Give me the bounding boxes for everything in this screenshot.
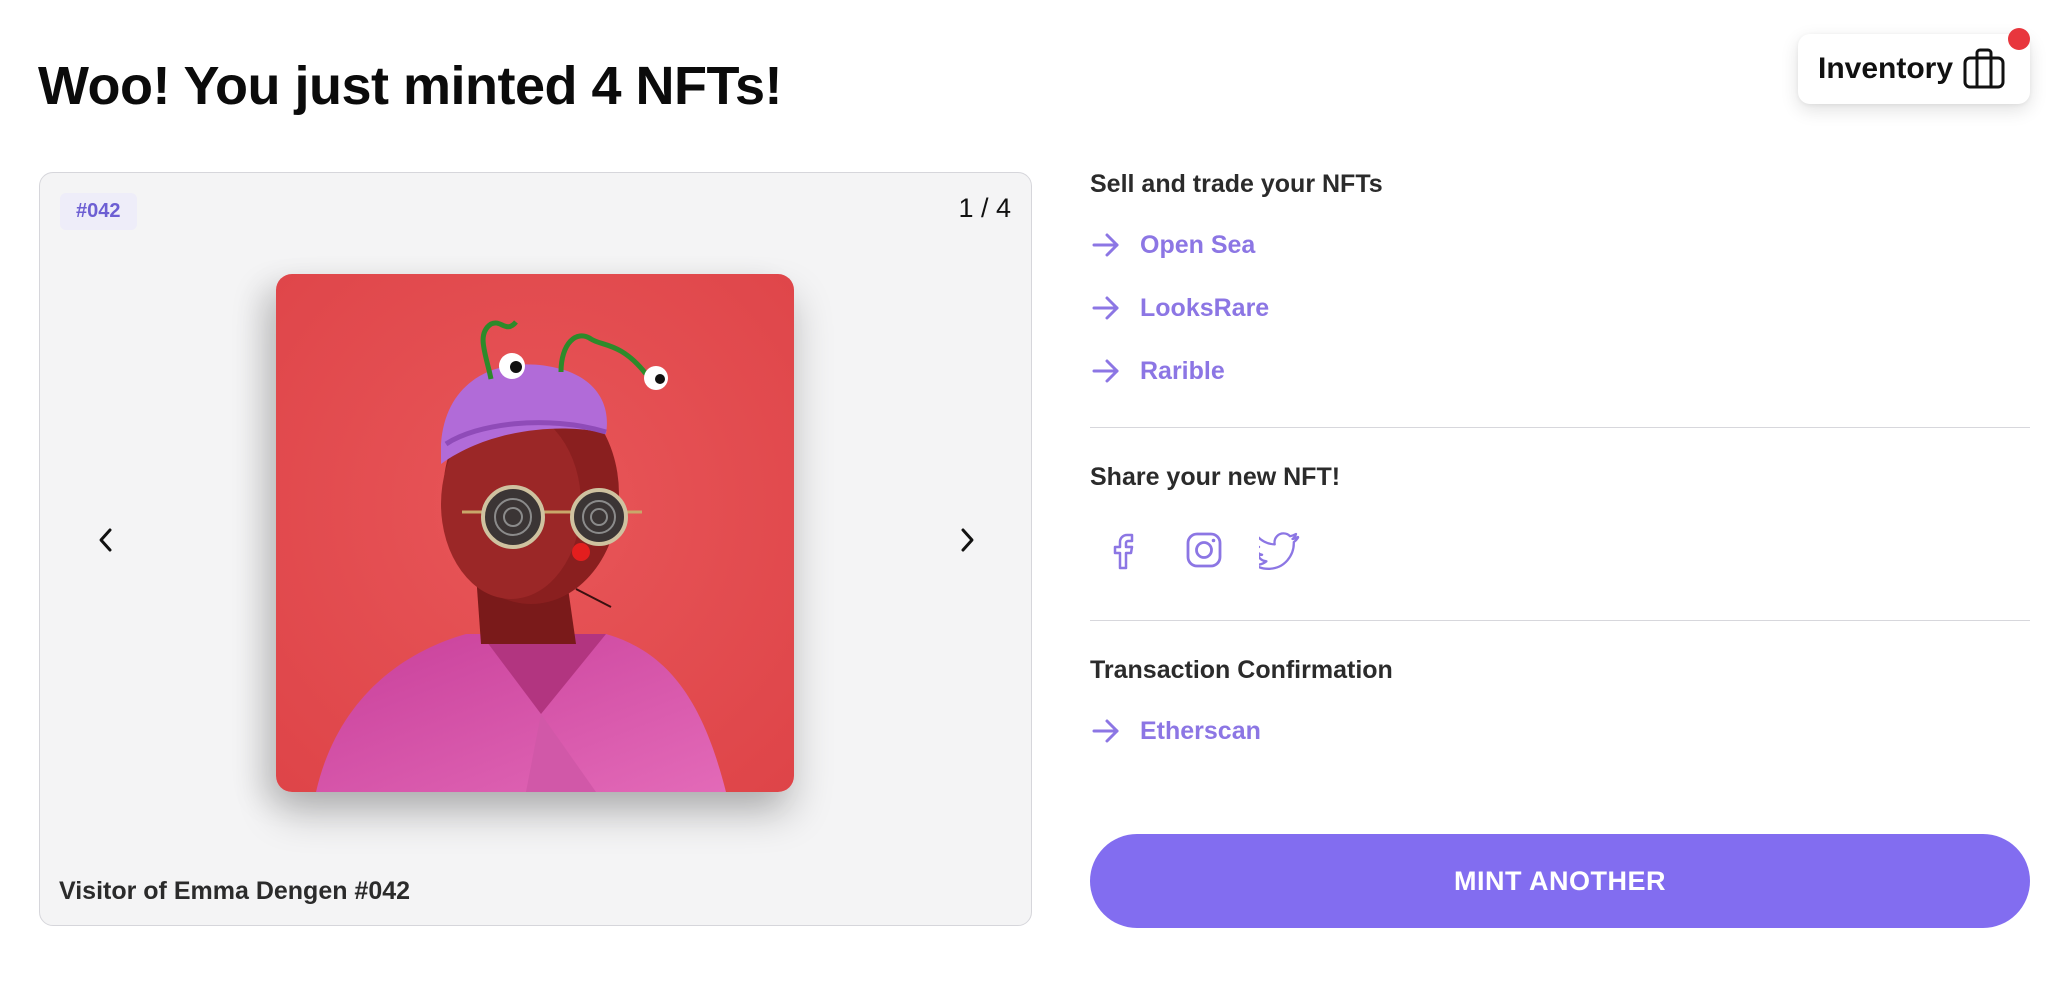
inventory-label: Inventory [1818,52,1954,85]
twitter-icon [1259,532,1300,570]
mint-success-page: Woo! You just minted 4 NFTs! Inventory #… [0,0,2056,1002]
open-sea-link[interactable]: Open Sea [1090,225,1255,265]
facebook-share-button[interactable] [1104,528,1148,572]
etherscan-label: Etherscan [1140,716,1261,745]
next-nft-button[interactable] [947,520,987,560]
looksrare-label: LooksRare [1140,293,1270,322]
looksrare-link[interactable]: LooksRare [1090,288,1269,328]
facebook-icon [1113,533,1134,570]
trade-heading: Sell and trade your NFTs [1090,170,1383,198]
open-sea-label: Open Sea [1140,230,1256,259]
rarible-label: Rarible [1140,356,1225,385]
rarible-link[interactable]: Rarible [1090,351,1225,391]
token-id-badge: #042 [60,193,137,230]
twitter-share-button[interactable] [1258,528,1302,572]
previous-nft-button[interactable] [86,520,126,560]
nft-name: Visitor of Emma Dengen #042 [59,877,411,905]
bag-icon [1963,48,2005,89]
chevron-left-icon [99,528,112,552]
transaction-heading: Transaction Confirmation [1090,656,1393,684]
divider [1090,427,2030,428]
chevron-right-icon [961,528,974,552]
arrow-right-icon [1092,359,1119,383]
nft-carousel-card: #042 1 / 4 Visitor of Emma Dengen #042 [39,172,1032,926]
page-title: Woo! You just minted 4 NFTs! [38,56,782,116]
etherscan-link[interactable]: Etherscan [1090,711,1261,751]
inventory-button[interactable]: Inventory [1798,28,2030,104]
arrow-right-icon [1092,296,1119,320]
share-heading: Share your new NFT! [1090,463,1341,491]
nft-image [276,274,794,792]
arrow-right-icon [1092,233,1119,257]
arrow-right-icon [1092,719,1119,743]
divider [1090,620,2030,621]
instagram-share-button[interactable] [1182,528,1226,572]
mint-another-button[interactable]: MINT ANOTHER [1090,834,2030,928]
carousel-counter: 1 / 4 [958,193,1011,223]
notification-badge [2008,28,2030,50]
instagram-icon [1186,532,1222,568]
